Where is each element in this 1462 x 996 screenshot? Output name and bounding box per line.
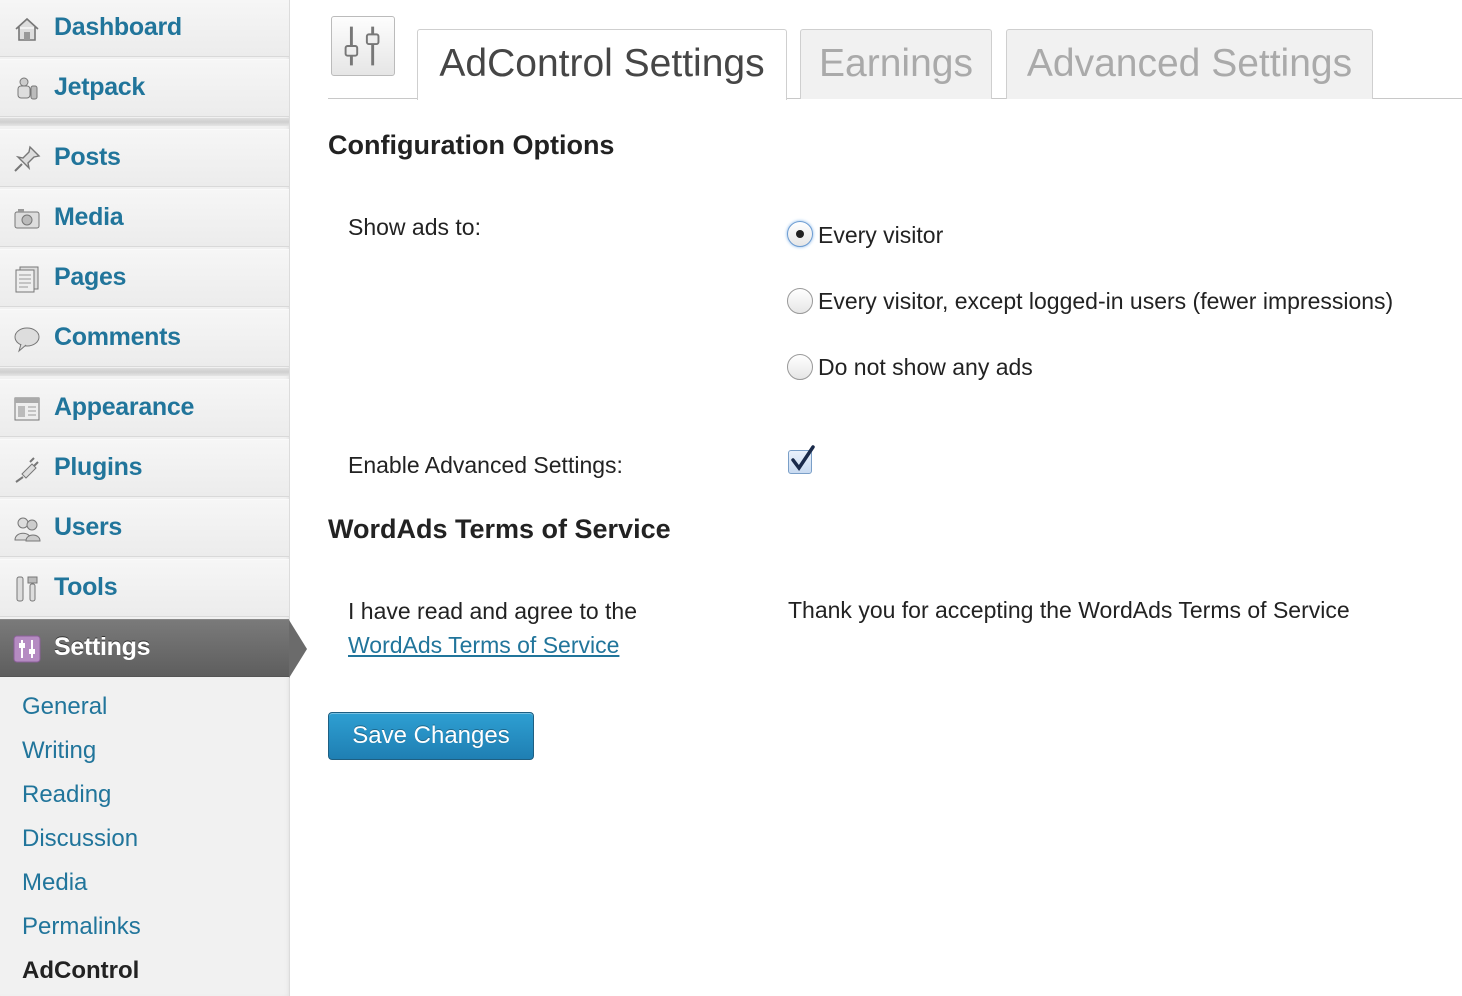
- menu-item-users[interactable]: Users: [0, 499, 289, 557]
- radio-except-logged-in[interactable]: [787, 288, 813, 314]
- menu-item-tools[interactable]: Tools: [0, 559, 289, 617]
- radio-every-visitor[interactable]: [787, 221, 813, 247]
- submenu-item-writing[interactable]: Writing: [22, 737, 96, 765]
- pages-icon: [15, 266, 39, 293]
- radio-no-ads[interactable]: [787, 354, 813, 380]
- sliders-icon: [344, 26, 380, 66]
- menu-label: Jetpack: [54, 73, 146, 101]
- menu-item-posts[interactable]: Posts: [0, 129, 289, 187]
- tab-label: AdControl Settings: [439, 42, 765, 85]
- jetpack-icon: [17, 77, 38, 100]
- show-ads-label: Show ads to:: [348, 214, 481, 240]
- menu-label: Plugins: [54, 453, 143, 481]
- advanced-settings-label: Enable Advanced Settings:: [348, 452, 623, 478]
- tos-accepted-message: Thank you for accepting the WordAds Term…: [788, 597, 1350, 623]
- tab-label: Earnings: [819, 42, 973, 85]
- users-icon: [14, 517, 41, 542]
- tab-advanced-settings[interactable]: Advanced Settings: [1006, 29, 1373, 99]
- menu-item-settings[interactable]: Settings: [0, 619, 307, 678]
- menu-label: Posts: [54, 143, 121, 171]
- plug-icon: [15, 457, 39, 483]
- menu-label: Dashboard: [54, 13, 182, 41]
- menu-label: Appearance: [54, 393, 195, 421]
- menu-separator: [0, 368, 289, 376]
- speech-bubble-icon: [14, 327, 40, 353]
- menu-item-dashboard[interactable]: Dashboard: [0, 0, 289, 57]
- tos-heading: WordAds Terms of Service: [328, 514, 671, 544]
- tools-icon: [16, 576, 38, 602]
- pushpin-icon: [14, 145, 41, 172]
- menu-item-plugins[interactable]: Plugins: [0, 439, 289, 497]
- advanced-settings-checkbox[interactable]: [788, 445, 815, 474]
- submenu-item-reading[interactable]: Reading: [22, 781, 111, 809]
- tos-agree-text: I have read and agree to the: [348, 598, 637, 624]
- menu-item-jetpack[interactable]: Jetpack: [0, 59, 289, 117]
- configuration-heading: Configuration Options: [328, 130, 615, 160]
- dashboard-icon: [15, 17, 39, 41]
- menu-item-appearance[interactable]: Appearance: [0, 379, 289, 437]
- radio-label-no-ads[interactable]: Do not show any ads: [818, 354, 1033, 381]
- tab-label: Advanced Settings: [1026, 42, 1353, 85]
- menu-label: Comments: [54, 323, 181, 351]
- tab-earnings[interactable]: Earnings: [800, 29, 992, 99]
- tos-link[interactable]: WordAds Terms of Service: [348, 632, 619, 659]
- menu-separator: [0, 118, 289, 126]
- submenu-item-discussion[interactable]: Discussion: [22, 825, 138, 853]
- camera-icon: [14, 209, 40, 229]
- appearance-icon: [14, 397, 40, 421]
- tab-adcontrol-settings[interactable]: AdControl Settings: [417, 29, 787, 100]
- radio-label-every-visitor[interactable]: Every visitor: [818, 222, 943, 249]
- menu-label: Tools: [54, 573, 118, 601]
- submenu-item-permalinks[interactable]: Permalinks: [22, 913, 141, 941]
- checkmark-icon: [791, 445, 815, 472]
- submenu-item-media[interactable]: Media: [22, 869, 87, 897]
- submenu-item-adcontrol[interactable]: AdControl: [22, 957, 139, 985]
- submenu-item-general[interactable]: General: [22, 693, 107, 721]
- save-changes-button[interactable]: Save Changes: [328, 712, 534, 760]
- page-settings-icon: [331, 16, 395, 76]
- menu-item-media[interactable]: Media: [0, 189, 289, 247]
- radio-label-except-logged-in[interactable]: Every visitor, except logged-in users (f…: [818, 288, 1393, 315]
- menu-label: Media: [54, 203, 124, 231]
- menu-label: Users: [54, 513, 122, 541]
- menu-item-pages[interactable]: Pages: [0, 249, 289, 307]
- menu-label: Settings: [54, 633, 151, 661]
- menu-item-comments[interactable]: Comments: [0, 309, 289, 367]
- settings-sliders-icon: [13, 635, 41, 663]
- menu-label: Pages: [54, 263, 127, 291]
- admin-sidebar: Dashboard Jetpack Posts Media Pages Comm…: [0, 0, 307, 996]
